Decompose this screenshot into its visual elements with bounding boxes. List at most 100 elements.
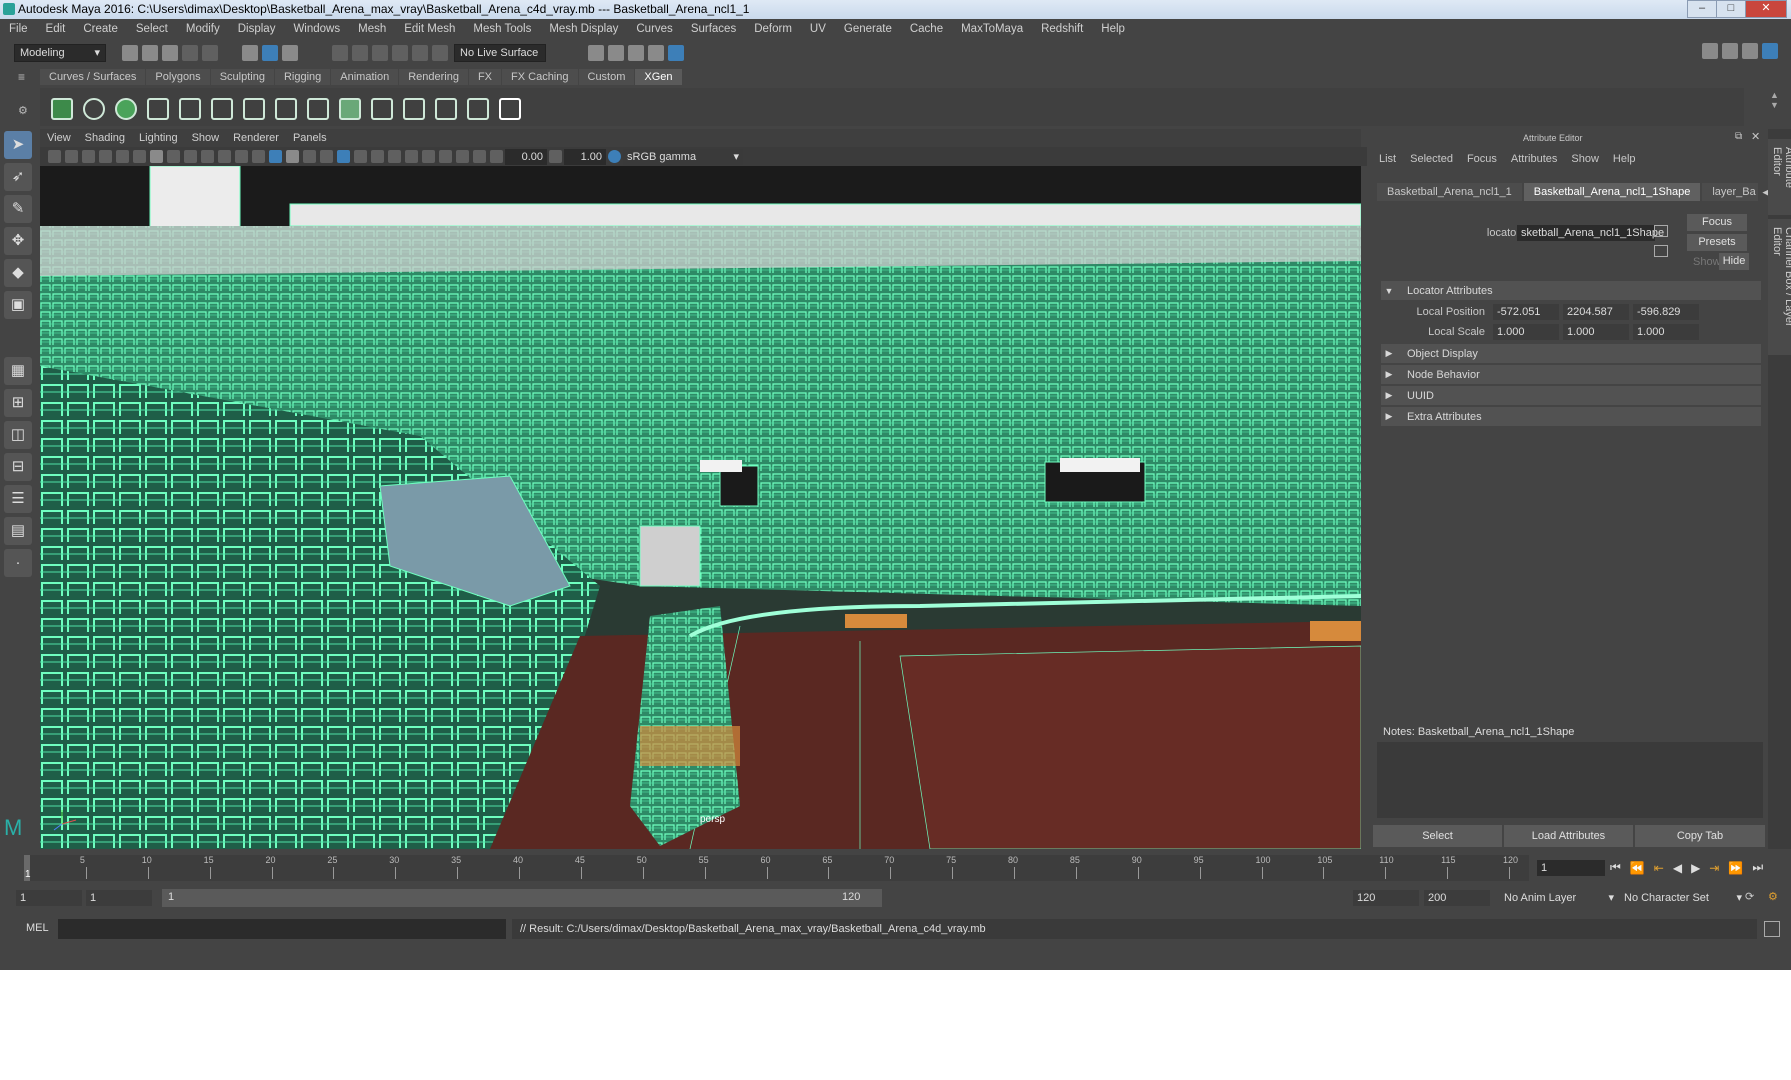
select-component-icon[interactable] <box>282 45 298 61</box>
smooth-shade-icon[interactable] <box>286 150 299 163</box>
local-position-x-field[interactable]: -572.051 <box>1493 304 1559 320</box>
side-tab-attribute-editor[interactable]: Attribute Editor <box>1768 139 1791 215</box>
menu-redshift[interactable]: Redshift <box>1041 23 1083 35</box>
lasso-tool-icon[interactable]: ➶ <box>4 163 32 191</box>
shelf-tab-animation[interactable]: Animation <box>331 69 399 85</box>
load-attributes-button[interactable]: Load Attributes <box>1504 825 1633 847</box>
menu-modify[interactable]: Modify <box>186 23 220 35</box>
shelf-menu-icon[interactable]: ≡ <box>18 70 32 84</box>
ae-menu-list[interactable]: List <box>1379 153 1396 165</box>
local-scale-z-field[interactable]: 1.000 <box>1633 324 1699 340</box>
hypershade-layout-icon[interactable]: ▤ <box>4 517 32 545</box>
menu-help[interactable]: Help <box>1101 23 1125 35</box>
lights-icon[interactable] <box>388 150 401 163</box>
menu-file[interactable]: File <box>9 23 28 35</box>
grease-pencil-icon[interactable] <box>133 150 146 163</box>
snap-surface-icon[interactable] <box>412 45 428 61</box>
use-default-material-icon[interactable] <box>303 150 316 163</box>
shelf-tab-xgen[interactable]: XGen <box>635 69 682 85</box>
xgen-delete-icon[interactable] <box>463 94 489 120</box>
range-slider[interactable]: 1 120 <box>162 889 882 907</box>
minimize-button[interactable]: – <box>1687 0 1717 18</box>
xray-joints-icon[interactable] <box>354 150 367 163</box>
mode-dropdown[interactable]: Modeling ▾ <box>14 44 106 62</box>
menu-surfaces[interactable]: Surfaces <box>691 23 736 35</box>
auto-key-icon[interactable]: ⟳ <box>1745 890 1754 903</box>
local-position-z-field[interactable]: -596.829 <box>1633 304 1699 320</box>
wireframe-on-shaded-icon[interactable] <box>320 150 333 163</box>
play-forwards-icon[interactable]: ▶ <box>1691 861 1700 875</box>
tab-shape-node[interactable]: Basketball_Arena_ncl1_1Shape <box>1523 183 1701 201</box>
camera-select-icon[interactable] <box>48 150 61 163</box>
viewport-menu-lighting[interactable]: Lighting <box>139 132 178 144</box>
ae-menu-help[interactable]: Help <box>1613 153 1636 165</box>
field-chart-icon[interactable] <box>218 150 231 163</box>
snap-curve-icon[interactable] <box>352 45 368 61</box>
menu-cache[interactable]: Cache <box>910 23 943 35</box>
menu-mesh-tools[interactable]: Mesh Tools <box>473 23 531 35</box>
character-set-dropdown[interactable]: No Character Set ▾ <box>1620 890 1746 906</box>
go-to-end-icon[interactable]: ⏭ <box>1752 860 1763 875</box>
command-input[interactable] <box>58 919 506 939</box>
snap-view-icon[interactable] <box>392 45 408 61</box>
motion-blur-icon[interactable] <box>439 150 452 163</box>
notes-textarea[interactable] <box>1377 742 1763 818</box>
open-scene-icon[interactable] <box>142 45 158 61</box>
step-forward-frame-icon[interactable]: ⏩ <box>1728 861 1743 875</box>
close-panel-icon[interactable]: ✕ <box>1751 130 1760 143</box>
xgen-primitive-icon[interactable] <box>111 94 137 120</box>
magnet-icon[interactable] <box>432 45 448 61</box>
channel-box-icon[interactable] <box>1742 43 1758 59</box>
shelf-tab-sculpting[interactable]: Sculpting <box>210 69 274 85</box>
animation-start-field[interactable]: 1 <box>16 890 82 906</box>
select-hierarchy-icon[interactable] <box>242 45 258 61</box>
gamma-icon[interactable] <box>549 150 562 163</box>
menu-edit-mesh[interactable]: Edit Mesh <box>404 23 455 35</box>
render-frame-icon[interactable] <box>588 45 604 61</box>
current-frame-field[interactable]: 1 <box>1537 860 1605 876</box>
animation-prefs-icon[interactable]: ⚙ <box>1768 890 1778 903</box>
save-scene-icon[interactable] <box>162 45 178 61</box>
section-object-display[interactable]: ▶ Object Display <box>1381 344 1761 363</box>
xgen-cut-icon[interactable] <box>431 94 457 120</box>
live-surface-field[interactable]: No Live Surface <box>454 44 546 62</box>
focus-button[interactable]: Focus <box>1687 214 1747 231</box>
viewport-menu-view[interactable]: View <box>47 132 71 144</box>
shelf-gear-icon[interactable]: ⚙ <box>18 104 32 118</box>
xgen-hair-icon[interactable] <box>303 94 329 120</box>
go-to-start-icon[interactable]: ⏮ <box>1610 860 1621 875</box>
xgen-layers-icon[interactable] <box>335 94 361 120</box>
safe-title-icon[interactable] <box>252 150 265 163</box>
single-view-layout-icon[interactable]: ▦ <box>4 357 32 385</box>
script-language-label[interactable]: MEL <box>26 922 49 934</box>
ae-menu-attributes[interactable]: Attributes <box>1511 153 1557 165</box>
new-scene-icon[interactable] <box>122 45 138 61</box>
anti-aliasing-icon[interactable] <box>456 150 469 163</box>
two-d-pan-icon[interactable] <box>116 150 129 163</box>
shelf-scroll-arrows[interactable]: ▲ ▼ <box>1770 90 1779 110</box>
menu-uv[interactable]: UV <box>810 23 826 35</box>
scale-tool-icon[interactable]: ▣ <box>4 291 32 319</box>
section-node-behavior[interactable]: ▶ Node Behavior <box>1381 365 1761 384</box>
step-back-key-icon[interactable]: ⇤ <box>1654 861 1664 875</box>
color-management-icon[interactable] <box>608 150 621 163</box>
xray-icon[interactable] <box>337 150 350 163</box>
section-extra-attributes[interactable]: ▶ Extra Attributes <box>1381 407 1761 426</box>
move-tool-icon[interactable]: ✥ <box>4 227 32 255</box>
ae-menu-focus[interactable]: Focus <box>1467 153 1497 165</box>
snap-grid-icon[interactable] <box>332 45 348 61</box>
viewport-menu-panels[interactable]: Panels <box>293 132 327 144</box>
camera-attributes-icon[interactable] <box>65 150 78 163</box>
menu-select[interactable]: Select <box>136 23 168 35</box>
select-tool-icon[interactable]: ➤ <box>4 131 32 159</box>
shadows-icon[interactable] <box>405 150 418 163</box>
hide-button[interactable]: Hide <box>1719 253 1749 270</box>
viewport-menu-renderer[interactable]: Renderer <box>233 132 279 144</box>
menu-mesh[interactable]: Mesh <box>358 23 386 35</box>
ae-menu-selected[interactable]: Selected <box>1410 153 1453 165</box>
xgen-add-guide-icon[interactable] <box>175 94 201 120</box>
more-layouts-icon[interactable]: · <box>4 549 32 577</box>
paint-select-icon[interactable]: ✎ <box>4 195 32 223</box>
menu-curves[interactable]: Curves <box>636 23 672 35</box>
ambient-occlusion-icon[interactable] <box>422 150 435 163</box>
